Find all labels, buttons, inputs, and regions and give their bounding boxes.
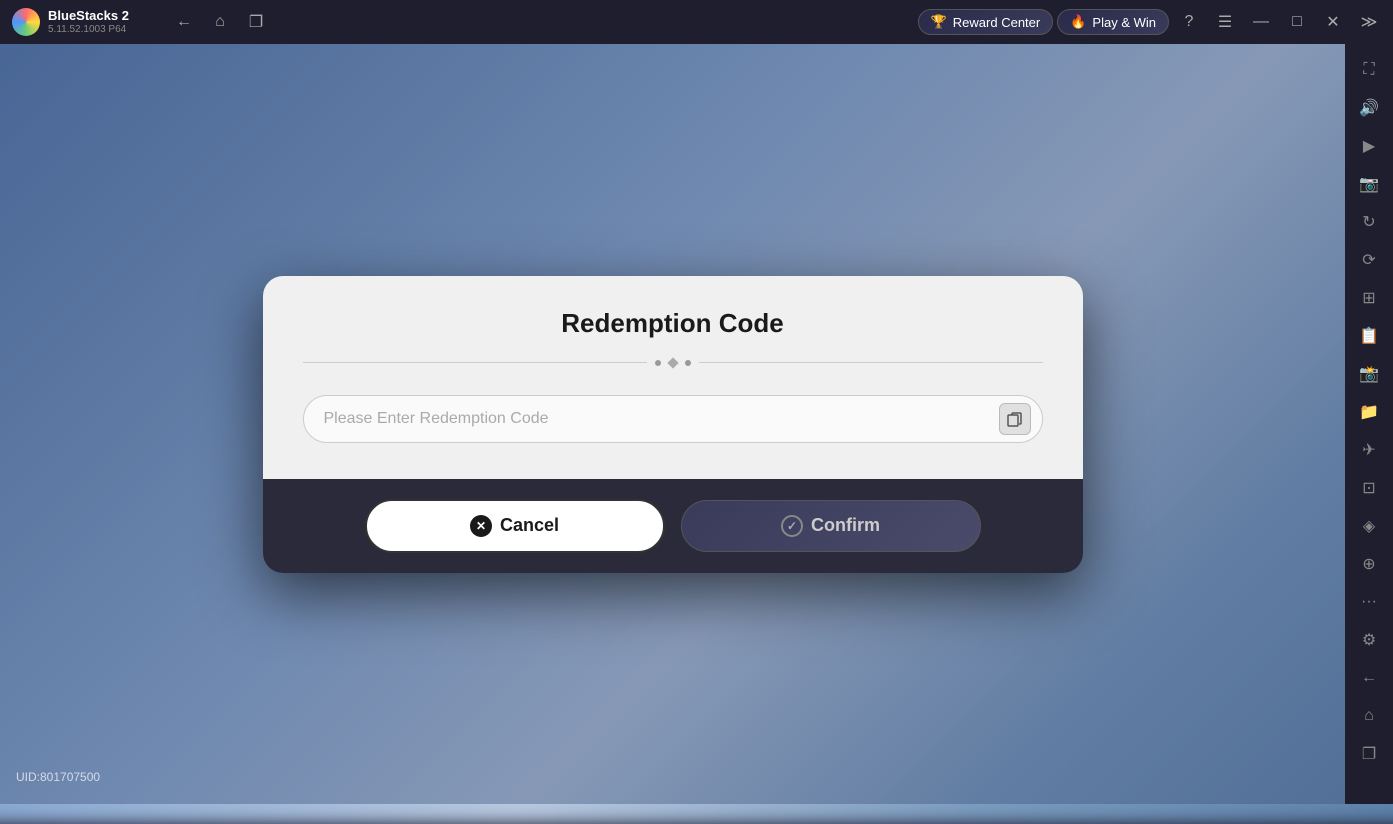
modal-divider: [303, 359, 1043, 367]
paste-button[interactable]: [999, 403, 1031, 435]
cancel-label: Cancel: [500, 515, 559, 536]
sidebar-more-button[interactable]: ···: [1351, 584, 1387, 620]
confirm-button[interactable]: ✓ Confirm: [681, 500, 981, 552]
divider-line-left: [303, 362, 647, 363]
divider-line-right: [699, 362, 1043, 363]
sidebar-video-button[interactable]: ▶: [1351, 128, 1387, 164]
sidebar-location-button[interactable]: ⊕: [1351, 546, 1387, 582]
cancel-icon: ✕: [470, 515, 492, 537]
sidebar-refresh-button[interactable]: ⟳: [1351, 242, 1387, 278]
modal-body: Redemption Code: [263, 276, 1083, 479]
sidebar-back-button[interactable]: ←: [1351, 660, 1387, 696]
reward-center-button[interactable]: 🏆 Reward Center: [918, 9, 1054, 35]
close-button[interactable]: ✕: [1317, 6, 1349, 38]
help-button[interactable]: ?: [1173, 6, 1205, 38]
sidebar-fullscreen-button[interactable]: ⛶: [1351, 52, 1387, 88]
sidebar-recent-button[interactable]: ❐: [1351, 736, 1387, 772]
minimize-button[interactable]: —: [1245, 6, 1277, 38]
app-version: 5.11.52.1003 P64: [48, 24, 129, 36]
confirm-icon: ✓: [781, 515, 803, 537]
reward-label: Reward Center: [953, 15, 1040, 30]
redemption-code-input[interactable]: [303, 395, 1043, 443]
clone-button[interactable]: ❐: [240, 6, 272, 38]
redemption-modal: Redemption Code: [263, 276, 1083, 573]
divider-diamond: [667, 357, 678, 368]
topbar: BlueStacks 2 5.11.52.1003 P64 ← ⌂ ❐ 🏆 Re…: [0, 0, 1393, 44]
sidebar-folder-button[interactable]: 📁: [1351, 394, 1387, 430]
playnwin-emoji: 🔥: [1070, 14, 1086, 30]
sidebar-rotate-button[interactable]: ↻: [1351, 204, 1387, 240]
app-name: BlueStacks 2: [48, 8, 129, 24]
confirm-label: Confirm: [811, 515, 880, 536]
sidebar-volume-button[interactable]: 🔊: [1351, 90, 1387, 126]
maximize-button[interactable]: □: [1281, 6, 1313, 38]
app-logo-area: BlueStacks 2 5.11.52.1003 P64: [0, 8, 160, 36]
back-button[interactable]: ←: [168, 6, 200, 38]
topbar-nav: ← ⌂ ❐: [160, 6, 280, 38]
sidebar-screenshot-button[interactable]: 📷: [1351, 166, 1387, 202]
playnwin-label: Play & Win: [1092, 15, 1156, 30]
menu-button[interactable]: ☰: [1209, 6, 1241, 38]
modal-title: Redemption Code: [303, 308, 1043, 339]
modal-footer: ✕ Cancel ✓ Confirm: [263, 479, 1083, 573]
sidebar-capture-button[interactable]: 📸: [1351, 356, 1387, 392]
reward-emoji: 🏆: [931, 14, 947, 30]
cancel-button[interactable]: ✕ Cancel: [365, 499, 665, 553]
sidebar-resize-button[interactable]: ⊡: [1351, 470, 1387, 506]
main-area: Redemption Code: [0, 44, 1345, 804]
sidebar-paint-button[interactable]: ◈: [1351, 508, 1387, 544]
logo-icon: [12, 8, 40, 36]
sidebar-multi-button[interactable]: ⊞: [1351, 280, 1387, 316]
modal-overlay: Redemption Code: [0, 44, 1345, 804]
divider-dot-2: [685, 360, 691, 366]
logo-text: BlueStacks 2 5.11.52.1003 P64: [48, 8, 129, 36]
sidebar-airplane-button[interactable]: ✈: [1351, 432, 1387, 468]
input-wrapper: [303, 395, 1043, 443]
sidebar-settings-button[interactable]: ⚙: [1351, 622, 1387, 658]
sidebar-home-button[interactable]: ⌂: [1351, 698, 1387, 734]
topbar-right: 🏆 Reward Center 🔥 Play & Win ? ☰ — □ ✕ ≫: [910, 6, 1393, 38]
play-win-button[interactable]: 🔥 Play & Win: [1057, 9, 1169, 35]
divider-dot-1: [655, 360, 661, 366]
home-button[interactable]: ⌂: [204, 6, 236, 38]
sidebar-macro-button[interactable]: 📋: [1351, 318, 1387, 354]
expand-button[interactable]: ≫: [1353, 6, 1385, 38]
right-sidebar: ⛶ 🔊 ▶ 📷 ↻ ⟳ ⊞ 📋 📸 📁 ✈ ⊡ ◈ ⊕ ··· ⚙ ← ⌂ ❐: [1345, 44, 1393, 804]
